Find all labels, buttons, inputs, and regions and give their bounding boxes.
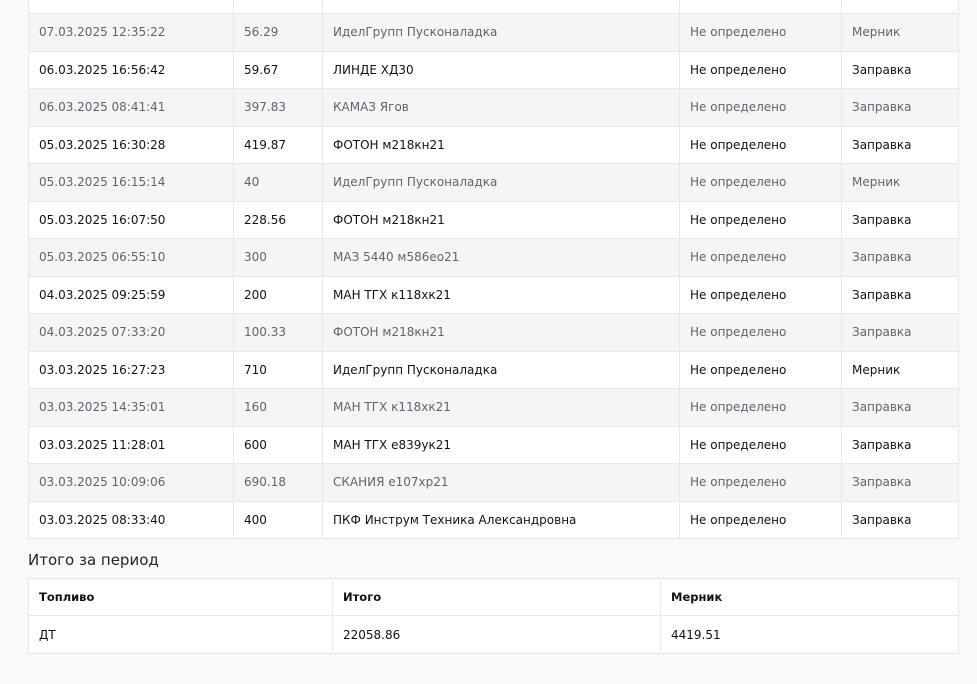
cell-datetime: 04.03.2025 07:33:20 (28, 313, 234, 352)
cell-datetime: 05.03.2025 16:15:14 (28, 163, 234, 202)
table-row[interactable]: 05.03.2025 16:15:14 40 ИделГрупп Пусконала… (28, 163, 959, 202)
totals-total: 22058.86 (332, 615, 661, 654)
cell-vehicle: МАН ТГХ к118хк21 (322, 388, 680, 427)
cell-datetime: 04.03.2025 09:25:59 (28, 275, 234, 314)
cell-type: Мерник (841, 350, 959, 389)
cell-volume: 397.83 (233, 88, 323, 127)
cell-type: Заправка (841, 388, 959, 427)
cell-vehicle: МАН ТГХ е839ук21 (322, 425, 680, 464)
cell-vehicle: КАМАЗ Ягов (322, 88, 680, 127)
page-content: 07.03.2025 12:35:22 56.29 ИделГрупп Пускон… (28, 0, 959, 654)
cell-volume: 56.29 (233, 13, 323, 52)
transactions-table-body: 07.03.2025 12:35:22 56.29 ИделГрупп Пускон… (28, 0, 959, 539)
cell-vehicle: ФОТОН м218кн21 (322, 125, 680, 164)
cell-volume: 160 (233, 388, 323, 427)
cell-status: Не определено (679, 88, 842, 127)
cell-volume: 690.18 (233, 463, 323, 502)
cell-datetime: 03.03.2025 08:33:40 (28, 500, 234, 539)
cell-status: Не определено (679, 313, 842, 352)
cell-type: Заправка (841, 275, 959, 314)
table-row[interactable]: 06.03.2025 08:41:41 397.83 КАМАЗ Ягов Не оп… (28, 88, 959, 127)
cell-status: Не определено (679, 13, 842, 52)
table-row[interactable]: 03.03.2025 10:09:06 690.18 СКАНИЯ е107хр21… (28, 463, 959, 502)
cell-datetime: 06.03.2025 16:56:42 (28, 50, 234, 89)
table-row[interactable]: 04.03.2025 09:25:59 200 МАН ТГХ к118хк21 Не… (28, 275, 959, 314)
cell-vehicle: СКАНИЯ е107хр21 (322, 463, 680, 502)
cell-status: Не определено (679, 200, 842, 239)
cell-datetime: 03.03.2025 11:28:01 (28, 425, 234, 464)
totals-header-row: Топливо Итого Мерник (28, 578, 959, 616)
cell-volume: 419.87 (233, 125, 323, 164)
cell-status: Не определено (679, 350, 842, 389)
totals-header-fuel[interactable]: Топливо (28, 578, 333, 616)
cell-type: Заправка (841, 125, 959, 164)
cell-type: Заправка (841, 200, 959, 239)
table-row[interactable]: 03.03.2025 08:33:40 400 ПКФ Инструм Техник… (28, 500, 959, 539)
cell-type: Мерник (841, 163, 959, 202)
totals-row: ДТ 22058.86 4419.51 (28, 615, 959, 654)
cell-type: Заправка (841, 500, 959, 539)
cell-vehicle: МАЗ 5440 м586ео21 (322, 238, 680, 277)
totals-header-gauge[interactable]: Мерник (660, 578, 959, 616)
cell-volume: 600 (233, 425, 323, 464)
cell-volume: 59.67 (233, 50, 323, 89)
table-row[interactable]: 05.03.2025 16:30:28 419.87 ФОТОН м218кн21 Н… (28, 125, 959, 164)
cell-status: Не определено (679, 425, 842, 464)
table-row[interactable]: 06.03.2025 16:56:42 59.67 ЛИНДЕ ХД30 Не опр… (28, 50, 959, 89)
cell-vehicle: ЛИНДЕ ХД30 (322, 50, 680, 89)
cell-volume: 40 (233, 163, 323, 202)
cell-volume: 200 (233, 275, 323, 314)
cell-volume: 710 (233, 350, 323, 389)
totals-fuel: ДТ (28, 615, 333, 654)
cell-type: Мерник (841, 13, 959, 52)
cell-status: Не определено (679, 275, 842, 314)
transactions-table: 07.03.2025 12:35:22 56.29 ИделГрупп Пускон… (28, 0, 959, 539)
totals-table: Топливо Итого Мерник ДТ 22058.86 4419.51 (28, 578, 959, 654)
cell-datetime: 03.03.2025 14:35:01 (28, 388, 234, 427)
table-header-row-cut (28, 0, 959, 14)
cell-datetime: 06.03.2025 08:41:41 (28, 88, 234, 127)
cell-vehicle: ФОТОН м218кн21 (322, 200, 680, 239)
cell-datetime: 05.03.2025 16:07:50 (28, 200, 234, 239)
cell-vehicle: ИделГрупп Пусконаладка (322, 163, 680, 202)
cell-vehicle: ИделГрупп Пусконаладка (322, 350, 680, 389)
cell-status: Не определено (679, 238, 842, 277)
cell-status: Не определено (679, 125, 842, 164)
table-row[interactable]: 03.03.2025 14:35:01 160 МАН ТГХ к118хк21 Не… (28, 388, 959, 427)
totals-header-total[interactable]: Итого (332, 578, 661, 616)
totals-title: Итого за период (28, 551, 159, 569)
table-row[interactable]: 04.03.2025 07:33:20 100.33 ФОТОН м218кн21 Н… (28, 313, 959, 352)
table-row[interactable]: 07.03.2025 12:35:22 56.29 ИделГрупп Пускон… (28, 13, 959, 52)
cell-type: Заправка (841, 425, 959, 464)
cell-datetime: 05.03.2025 06:55:10 (28, 238, 234, 277)
cell-status: Не определено (679, 500, 842, 539)
cell-status: Не определено (679, 463, 842, 502)
cell-status: Не определено (679, 50, 842, 89)
cell-vehicle: ИделГрупп Пусконаладка (322, 13, 680, 52)
cell-status: Не определено (679, 388, 842, 427)
cell-status: Не определено (679, 163, 842, 202)
table-row[interactable]: 05.03.2025 06:55:10 300 МАЗ 5440 м586ео21 Н… (28, 238, 959, 277)
cell-datetime: 03.03.2025 10:09:06 (28, 463, 234, 502)
cell-vehicle: МАН ТГХ к118хк21 (322, 275, 680, 314)
cell-vehicle: ПКФ Инструм Техника Александровна (322, 500, 680, 539)
cell-volume: 300 (233, 238, 323, 277)
cell-type: Заправка (841, 50, 959, 89)
table-row[interactable]: 05.03.2025 16:07:50 228.56 ФОТОН м218кн21 Н… (28, 200, 959, 239)
table-row[interactable]: 03.03.2025 11:28:01 600 МАН ТГХ е839ук21 Не… (28, 425, 959, 464)
cell-datetime: 03.03.2025 16:27:23 (28, 350, 234, 389)
cell-volume: 228.56 (233, 200, 323, 239)
cell-datetime: 07.03.2025 12:35:22 (28, 13, 234, 52)
cell-type: Заправка (841, 88, 959, 127)
cell-vehicle: ФОТОН м218кн21 (322, 313, 680, 352)
cell-type: Заправка (841, 238, 959, 277)
totals-gauge: 4419.51 (660, 615, 959, 654)
cell-volume: 400 (233, 500, 323, 539)
cell-datetime: 05.03.2025 16:30:28 (28, 125, 234, 164)
cell-type: Заправка (841, 313, 959, 352)
table-row[interactable]: 03.03.2025 16:27:23 710 ИделГрупп Пусконал… (28, 350, 959, 389)
cell-volume: 100.33 (233, 313, 323, 352)
cell-type: Заправка (841, 463, 959, 502)
